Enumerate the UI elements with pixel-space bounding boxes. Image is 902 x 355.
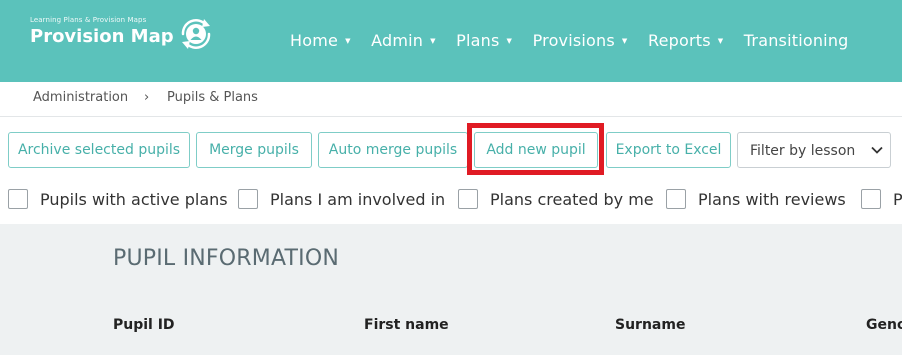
caret-down-icon: ▼ xyxy=(430,37,436,45)
breadcrumb-administration[interactable]: Administration xyxy=(33,90,128,105)
caret-down-icon: ▼ xyxy=(345,37,351,45)
checkbox-truncated[interactable] xyxy=(861,189,881,209)
nav-transitioning-label: Transitioning xyxy=(743,31,849,50)
brand-tagline: Learning Plans & Provision Maps xyxy=(30,16,147,24)
nav-plans-label: Plans xyxy=(456,31,500,50)
caret-down-icon: ▼ xyxy=(621,37,628,45)
nav-reports[interactable]: Reports ▼ xyxy=(648,31,723,50)
checkbox-active-plans[interactable] xyxy=(8,189,28,209)
pupil-info-panel xyxy=(0,224,902,355)
main-nav: Home ▼ Admin ▼ Plans ▼ Provisions ▼ Reports ▼… xyxy=(290,31,865,53)
checkbox-created-by-me[interactable] xyxy=(458,189,478,209)
brand-name: Provision Map xyxy=(30,26,174,47)
person-refresh-icon xyxy=(181,19,211,49)
chevron-down-icon xyxy=(871,146,883,154)
brand-logo[interactable]: Learning Plans & Provision Maps Provisio… xyxy=(30,16,174,47)
filter-truncated-label: Pl xyxy=(893,189,902,209)
column-header-pupil-id[interactable]: Pupil ID xyxy=(113,317,175,333)
caret-down-icon: ▼ xyxy=(506,37,513,45)
auto-merge-pupils-button[interactable]: Auto merge pupils xyxy=(318,132,468,168)
nav-admin-label: Admin xyxy=(371,31,424,50)
nav-plans[interactable]: Plans ▼ xyxy=(456,31,512,50)
export-to-excel-button[interactable]: Export to Excel xyxy=(606,132,731,168)
breadcrumb: Administration › Pupils & Plans xyxy=(0,82,902,117)
filter-created-by-me[interactable]: Plans created by me xyxy=(458,187,654,211)
column-header-first-name[interactable]: First name xyxy=(364,317,449,333)
filter-involved-in-label: Plans I am involved in xyxy=(270,189,446,209)
filter-with-reviews-label: Plans with reviews xyxy=(698,189,846,209)
breadcrumb-separator: › xyxy=(144,90,150,105)
filter-created-by-me-label: Plans created by me xyxy=(490,189,654,209)
column-header-gender[interactable]: Geno xyxy=(866,317,902,333)
top-navbar: Learning Plans & Provision Maps Provisio… xyxy=(0,0,902,82)
filter-involved-in[interactable]: Plans I am involved in xyxy=(238,187,445,211)
nav-provisions-label: Provisions xyxy=(532,31,615,50)
highlight-box xyxy=(467,123,604,175)
filter-by-lesson-value: Filter by lesson xyxy=(750,143,856,159)
archive-selected-pupils-button[interactable]: Archive selected pupils xyxy=(8,132,190,168)
checkbox-involved-in[interactable] xyxy=(238,189,258,209)
nav-home-label: Home xyxy=(290,31,339,50)
caret-down-icon: ▼ xyxy=(717,37,724,45)
column-header-surname[interactable]: Surname xyxy=(615,317,685,333)
checkbox-with-reviews[interactable] xyxy=(666,189,686,209)
filter-active-plans[interactable]: Pupils with active plans xyxy=(8,187,228,211)
breadcrumb-pupils-plans[interactable]: Pupils & Plans xyxy=(167,90,258,105)
filter-by-lesson-select[interactable]: Filter by lesson xyxy=(737,132,891,168)
nav-home[interactable]: Home ▼ xyxy=(290,31,351,50)
merge-pupils-button[interactable]: Merge pupils xyxy=(196,132,312,168)
nav-admin[interactable]: Admin ▼ xyxy=(371,31,436,50)
filter-active-plans-label: Pupils with active plans xyxy=(40,189,228,209)
filter-truncated[interactable]: Pl xyxy=(861,187,902,211)
section-title: PUPIL INFORMATION xyxy=(113,246,339,271)
nav-transitioning[interactable]: Transitioning xyxy=(744,31,849,50)
nav-provisions[interactable]: Provisions ▼ xyxy=(533,31,628,50)
nav-reports-label: Reports xyxy=(647,31,711,50)
filter-with-reviews[interactable]: Plans with reviews xyxy=(666,187,846,211)
